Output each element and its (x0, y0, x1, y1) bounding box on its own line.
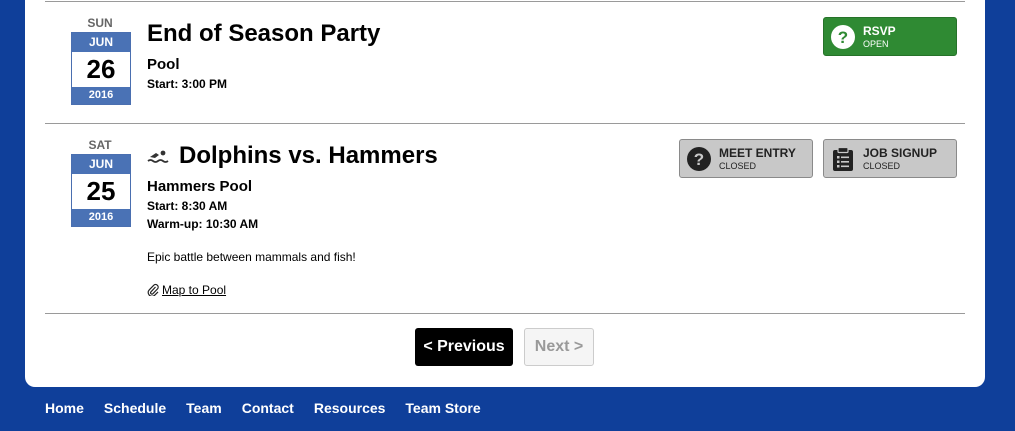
previous-page-button[interactable]: < Previous (415, 328, 513, 366)
event-warmup-time: Warm-up: 10:30 AM (147, 217, 259, 231)
event-title: Dolphins vs. Hammers (179, 142, 438, 169)
svg-text:?: ? (838, 28, 848, 47)
event-title: End of Season Party (147, 20, 381, 47)
job-signup-label: JOB SIGNUP (863, 145, 938, 160)
event-weekday: SUN (87, 16, 113, 30)
next-page-button: Next > (524, 328, 594, 366)
events-panel: SUN JUN 26 2016 End of Season Party Pool… (25, 0, 985, 387)
calendar-month: JUN (72, 33, 130, 52)
job-signup-status: CLOSED (863, 160, 901, 171)
meet-entry-button[interactable]: ? MEET ENTRY CLOSED (679, 139, 813, 178)
question-circle-icon: ? (687, 146, 711, 171)
calendar-day: 26 (72, 52, 130, 87)
rsvp-button[interactable]: ? RSVP OPEN (823, 17, 957, 56)
event-start-time: Start: 3:00 PM (147, 77, 228, 91)
calendar-badge: JUN 25 2016 (71, 154, 131, 227)
event-location: Hammers Pool (147, 178, 253, 195)
question-circle-icon: ? (831, 24, 855, 49)
meet-entry-label: MEET ENTRY (719, 145, 796, 160)
footer-link-resources[interactable]: Resources (314, 400, 386, 416)
rsvp-label: RSVP (863, 23, 896, 38)
divider (45, 123, 965, 124)
event-description: Epic battle between mammals and fish! (147, 250, 356, 264)
divider (45, 313, 965, 314)
calendar-year: 2016 (72, 209, 130, 226)
footer-link-team-store[interactable]: Team Store (405, 400, 480, 416)
swimmer-icon (147, 150, 169, 163)
footer-link-schedule[interactable]: Schedule (104, 400, 166, 416)
job-signup-button[interactable]: JOB SIGNUP CLOSED (823, 139, 957, 178)
footer-link-home[interactable]: Home (45, 400, 84, 416)
footer-link-team[interactable]: Team (186, 400, 222, 416)
event-start-time: Start: 8:30 AM (147, 199, 228, 213)
map-to-pool-link[interactable]: Map to Pool (162, 283, 226, 297)
calendar-year: 2016 (72, 87, 130, 104)
paperclip-icon (147, 283, 159, 296)
divider (45, 1, 965, 2)
calendar-badge: JUN 26 2016 (71, 32, 131, 105)
event-location: Pool (147, 56, 180, 73)
clipboard-icon (833, 146, 853, 171)
footer-link-contact[interactable]: Contact (242, 400, 294, 416)
footer-nav: Home Schedule Team Contact Resources Tea… (45, 400, 501, 416)
rsvp-status: OPEN (863, 38, 889, 49)
event-weekday: SAT (88, 138, 112, 152)
calendar-month: JUN (72, 155, 130, 174)
svg-text:?: ? (694, 150, 704, 169)
calendar-day: 25 (72, 174, 130, 209)
meet-entry-status: CLOSED (719, 160, 757, 171)
